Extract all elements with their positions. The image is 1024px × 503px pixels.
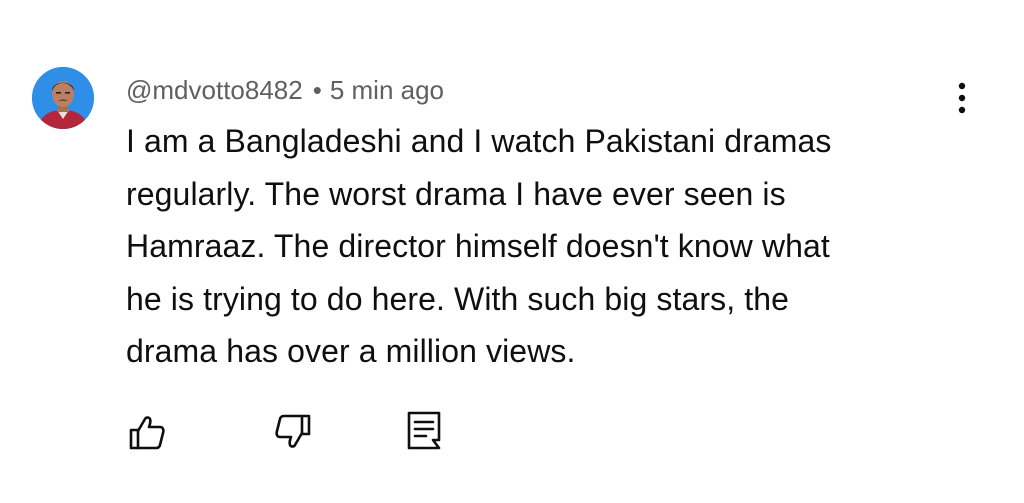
separator-dot: • bbox=[312, 75, 322, 105]
user-avatar-image bbox=[32, 67, 94, 129]
thumb-down-icon bbox=[275, 414, 311, 448]
timestamp[interactable]: 5 min ago bbox=[330, 75, 444, 105]
comment-thread-item: @mdvotto8482 • 5 min ago I am a Bangladesh… bbox=[0, 0, 1024, 503]
comment-line: Hamraaz. The director himself doesn't kn… bbox=[126, 228, 830, 264]
comment-header: @mdvotto8482 • 5 min ago bbox=[126, 72, 444, 108]
comment-action-bar bbox=[0, 400, 1024, 464]
more-vert-icon bbox=[958, 82, 966, 114]
more-options-button[interactable] bbox=[944, 76, 980, 120]
comment-line: regularly. The worst drama I have ever s… bbox=[126, 175, 786, 212]
author-name[interactable]: @mdvotto8482 bbox=[126, 75, 303, 105]
comment-line: he is trying to do here. With such big s… bbox=[126, 280, 789, 317]
avatar[interactable] bbox=[32, 67, 94, 129]
reply-comment-icon bbox=[407, 411, 441, 450]
like-button[interactable] bbox=[124, 408, 172, 456]
reply-button[interactable] bbox=[400, 406, 448, 454]
comment-line: I am a Bangladeshi and I watch Pakistani… bbox=[126, 123, 832, 159]
comment-text: I am a Bangladeshi and I watch Pakistani… bbox=[126, 115, 946, 378]
comment-line: drama has over a million views. bbox=[126, 333, 576, 369]
thumb-up-icon bbox=[129, 416, 165, 450]
dislike-button[interactable] bbox=[268, 408, 316, 456]
